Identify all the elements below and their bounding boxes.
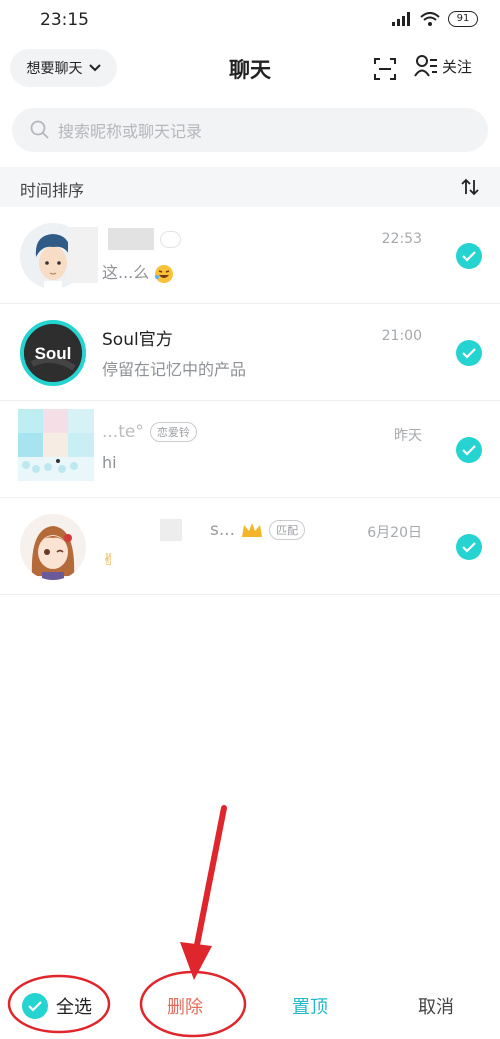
annotation-arrow-shaft	[193, 805, 227, 953]
status-badge: 恋爱铃	[149, 422, 197, 442]
mood-label: 想要聊天	[26, 61, 83, 77]
follow-label: 关注	[442, 57, 473, 76]
chat-time: 21:00	[381, 328, 422, 344]
mood-selector[interactable]: 想要聊天	[10, 49, 117, 87]
delete-button[interactable]: 删除	[167, 993, 203, 1019]
chat-name: Soul官方	[102, 330, 173, 350]
wifi-icon	[420, 12, 440, 26]
cancel-button[interactable]: 取消	[418, 993, 454, 1019]
selected-check[interactable]	[456, 437, 482, 463]
chat-time: 昨天	[394, 428, 422, 444]
battery-indicator: 91	[448, 11, 478, 27]
chat-name: ...te° 恋爱铃	[102, 422, 197, 442]
avatar	[20, 514, 86, 580]
chat-row[interactable]: ...te° 恋爱铃 hi 昨天	[0, 401, 500, 498]
pin-button[interactable]: 置顶	[292, 993, 328, 1019]
chat-row[interactable]: s... 匹配 ✌ 6月20日	[0, 498, 500, 595]
chat-row[interactable]: 这...么 22:53	[0, 207, 500, 304]
blurred-name	[160, 519, 182, 541]
soul-logo-avatar: Soul	[20, 320, 86, 386]
chat-time: 22:53	[381, 231, 422, 247]
follow-user-icon	[414, 55, 437, 77]
select-all-check	[22, 993, 48, 1019]
chat-message: 停留在记忆中的产品	[102, 360, 247, 379]
signal-icon	[392, 12, 410, 26]
avatar	[18, 409, 94, 481]
search-icon	[30, 120, 49, 139]
search-placeholder: 搜索昵称或聊天记录	[58, 122, 203, 141]
chat-message: 这...么	[102, 259, 174, 284]
sort-label: 时间排序	[20, 181, 85, 200]
check-icon	[462, 251, 476, 262]
chat-time: 6月20日	[367, 525, 422, 541]
sort-toggle-icon[interactable]	[460, 177, 480, 197]
selected-check[interactable]	[456, 534, 482, 560]
check-icon	[462, 445, 476, 456]
status-badge	[160, 230, 181, 248]
status-icons: 91	[392, 11, 478, 27]
select-all-button[interactable]: 全选	[22, 993, 92, 1019]
status-bar: 23:15 91	[0, 0, 500, 44]
crown-icon	[242, 523, 263, 537]
check-icon	[28, 1001, 42, 1012]
bottom-action-bar: 全选 删除 置顶 取消	[0, 970, 500, 1039]
chat-message: ✌	[102, 550, 115, 569]
scan-icon[interactable]	[373, 57, 397, 81]
follow-button[interactable]: 关注	[414, 55, 472, 77]
check-icon	[462, 542, 476, 553]
check-icon	[462, 348, 476, 359]
chat-row[interactable]: Soul Soul官方 停留在记忆中的产品 21:00	[0, 304, 500, 401]
laughing-emoji-icon	[155, 264, 174, 283]
sort-bar[interactable]: 时间排序	[0, 167, 500, 207]
chevron-down-icon	[88, 64, 101, 72]
status-time: 23:15	[40, 10, 89, 30]
status-badge: 匹配	[269, 520, 306, 540]
app-header: 想要聊天 聊天 关注	[0, 44, 500, 94]
svg-text:Soul: Soul	[35, 344, 72, 363]
chat-name	[102, 228, 181, 250]
select-all-label: 全选	[56, 997, 92, 1018]
chat-name: s... 匹配	[102, 519, 306, 541]
selected-check[interactable]	[456, 243, 482, 269]
chat-list: 这...么 22:53 Soul Soul官方 停留在记忆中的产品 21:00 …	[0, 207, 500, 595]
selected-check[interactable]	[456, 340, 482, 366]
search-input[interactable]: 搜索昵称或聊天记录	[12, 108, 488, 152]
victory-emoji: ✌	[102, 550, 116, 569]
blurred-name-patch	[68, 227, 98, 283]
blurred-name	[108, 228, 154, 250]
chat-message: hi	[102, 453, 117, 472]
